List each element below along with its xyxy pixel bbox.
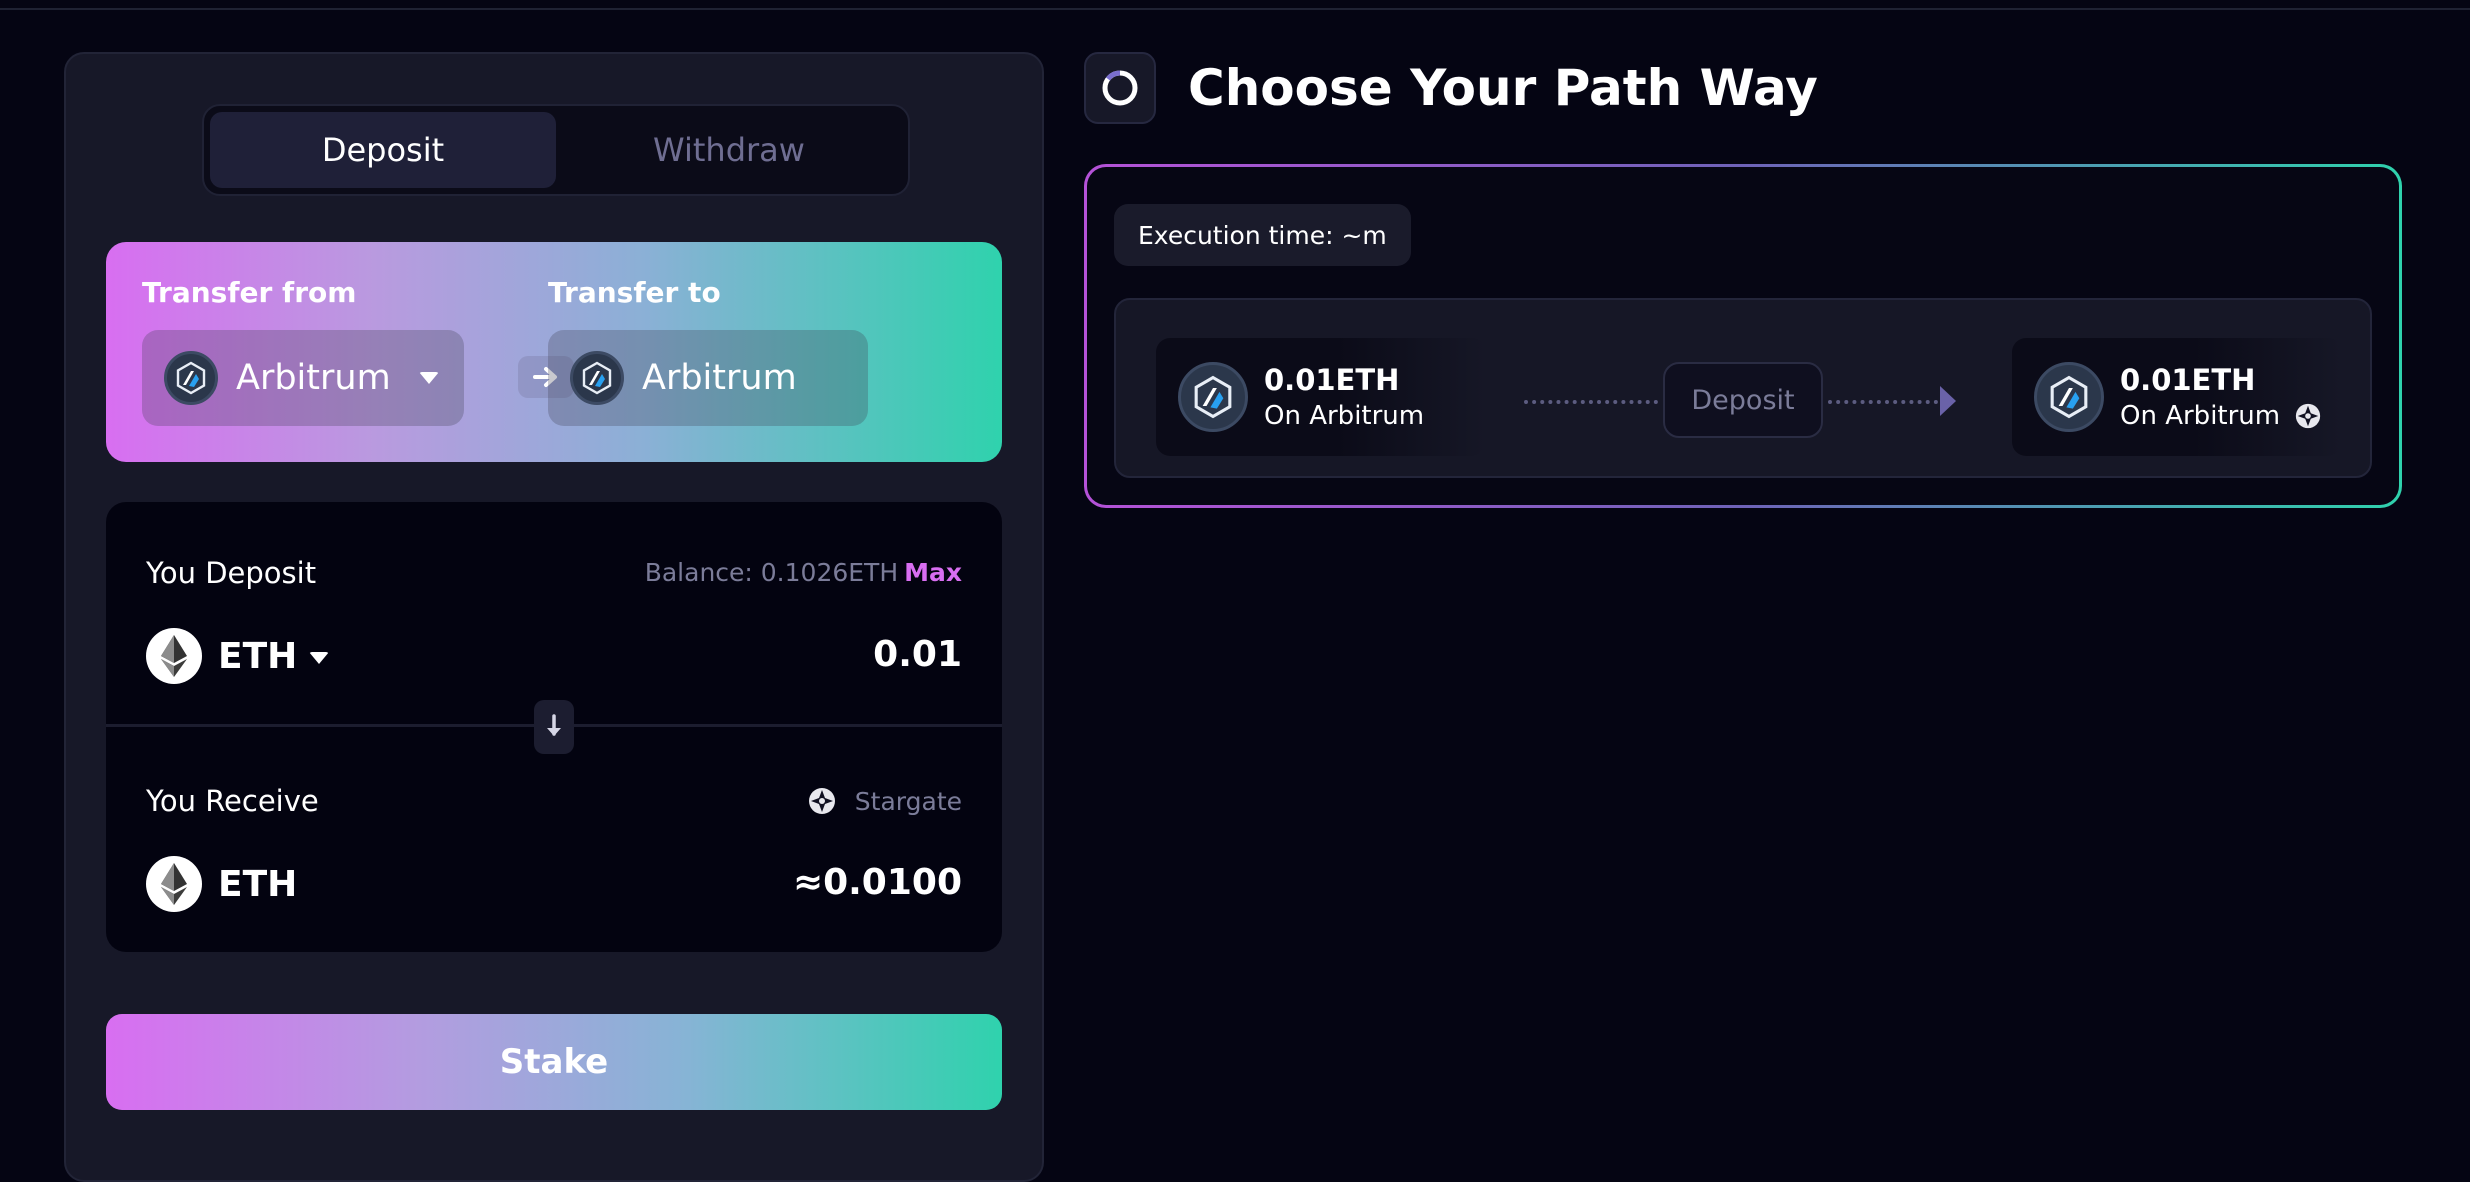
route-source-node: 0.01ETH On Arbitrum — [1156, 338, 1486, 456]
route-provider: Stargate — [807, 786, 962, 816]
destination-chain: On Arbitrum — [2120, 401, 2281, 431]
tab-withdraw[interactable]: Withdraw — [556, 112, 902, 188]
deposit-token-selector[interactable]: ETH — [146, 628, 330, 684]
max-button[interactable]: Max — [904, 558, 962, 587]
you-receive-label: You Receive — [146, 784, 319, 818]
page-title: Choose Your Path Way — [1188, 59, 1818, 117]
route-provider-name: Stargate — [854, 786, 962, 816]
balance-display: Balance: 0.1026ETH Max — [645, 558, 962, 587]
transfer-to-label: Transfer to — [548, 276, 721, 309]
transfer-card: Transfer from Transfer to Arbitrum Arbit… — [106, 242, 1002, 462]
receive-token-name: ETH — [218, 863, 298, 905]
route-visualization: 0.01ETH On Arbitrum Deposit 0.01ETH On A… — [1114, 298, 2372, 478]
transfer-from-label: Transfer from — [142, 276, 357, 309]
route-connector — [1828, 400, 1938, 404]
from-chain-name: Arbitrum — [236, 358, 391, 398]
path-spinner-icon — [1084, 52, 1156, 124]
mode-tabs: Deposit Withdraw — [202, 104, 910, 196]
to-chain-name: Arbitrum — [642, 358, 797, 398]
to-chain-display: Arbitrum — [548, 330, 868, 426]
top-border — [0, 0, 2470, 10]
ethereum-logo-icon — [146, 628, 202, 684]
chevron-down-icon — [418, 372, 439, 384]
path-option-card[interactable]: Execution time: ~m 0.01ETH On Arbitrum D… — [1084, 164, 2402, 508]
arbitrum-logo-icon — [1178, 362, 1248, 432]
stargate-icon — [2295, 403, 2321, 429]
arbitrum-logo-icon — [570, 351, 624, 405]
source-amount: 0.01ETH — [1264, 363, 1400, 397]
route-connector — [1524, 400, 1658, 404]
arbitrum-logo-icon — [2034, 362, 2104, 432]
chevron-down-icon — [309, 652, 330, 664]
stargate-icon — [808, 788, 835, 814]
amount-card: You Deposit Balance: 0.1026ETH Max ETH 0.… — [106, 502, 1002, 952]
destination-amount: 0.01ETH — [2120, 363, 2256, 397]
route-destination-node: 0.01ETH On Arbitrum — [2012, 338, 2342, 456]
arrow-right-icon — [1940, 386, 1956, 416]
deposit-token-name: ETH — [218, 635, 298, 677]
arbitrum-logo-icon — [164, 351, 218, 405]
from-chain-selector[interactable]: Arbitrum — [142, 330, 464, 426]
stake-button[interactable]: Stake — [106, 1014, 1002, 1110]
destination-chain-row: On Arbitrum — [2120, 399, 2322, 433]
source-chain: On Arbitrum — [1264, 401, 1425, 431]
arrow-down-icon[interactable] — [534, 700, 574, 754]
execution-time-badge: Execution time: ~m — [1114, 204, 1411, 266]
receive-amount: ≈0.0100 — [792, 862, 962, 903]
you-deposit-label: You Deposit — [146, 556, 317, 590]
tab-deposit[interactable]: Deposit — [210, 112, 556, 188]
stake-panel: Deposit Withdraw Transfer from Transfer … — [64, 52, 1044, 1182]
receive-token: ETH — [146, 856, 297, 912]
deposit-amount-input[interactable]: 0.01 — [873, 634, 962, 675]
route-step-deposit: Deposit — [1663, 362, 1823, 438]
path-option-inner: Execution time: ~m 0.01ETH On Arbitrum D… — [1087, 167, 2399, 505]
ethereum-logo-icon — [146, 856, 202, 912]
balance-value: Balance: 0.1026ETH — [644, 558, 899, 587]
